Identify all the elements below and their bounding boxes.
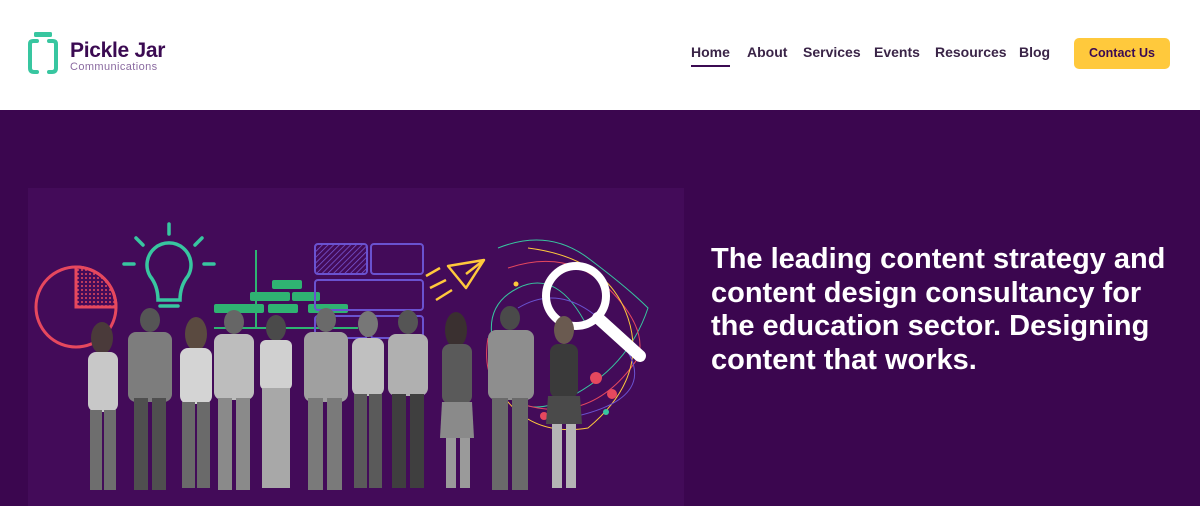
contact-us-button[interactable]: Contact Us bbox=[1074, 38, 1170, 69]
brand-name: Pickle Jar bbox=[70, 39, 166, 62]
brand-tagline: Communications bbox=[70, 61, 158, 73]
jar-icon bbox=[28, 32, 58, 74]
hero-headline: The leading content strategy and content… bbox=[711, 243, 1166, 376]
brand-logo[interactable]: Pickle Jar Communications bbox=[28, 32, 198, 76]
nav-services[interactable]: Services bbox=[803, 44, 861, 60]
nav-events[interactable]: Events bbox=[874, 44, 920, 60]
nav-resources[interactable]: Resources bbox=[935, 44, 1007, 60]
nav-about[interactable]: About bbox=[747, 44, 787, 60]
site-header: Pickle Jar Communications Home About Ser… bbox=[0, 0, 1200, 110]
nav-blog[interactable]: Blog bbox=[1019, 44, 1050, 60]
nav-home[interactable]: Home bbox=[691, 44, 730, 67]
hero-section: The leading content strategy and content… bbox=[0, 110, 1200, 506]
hero-illustration bbox=[28, 188, 684, 506]
people-group bbox=[88, 306, 582, 490]
